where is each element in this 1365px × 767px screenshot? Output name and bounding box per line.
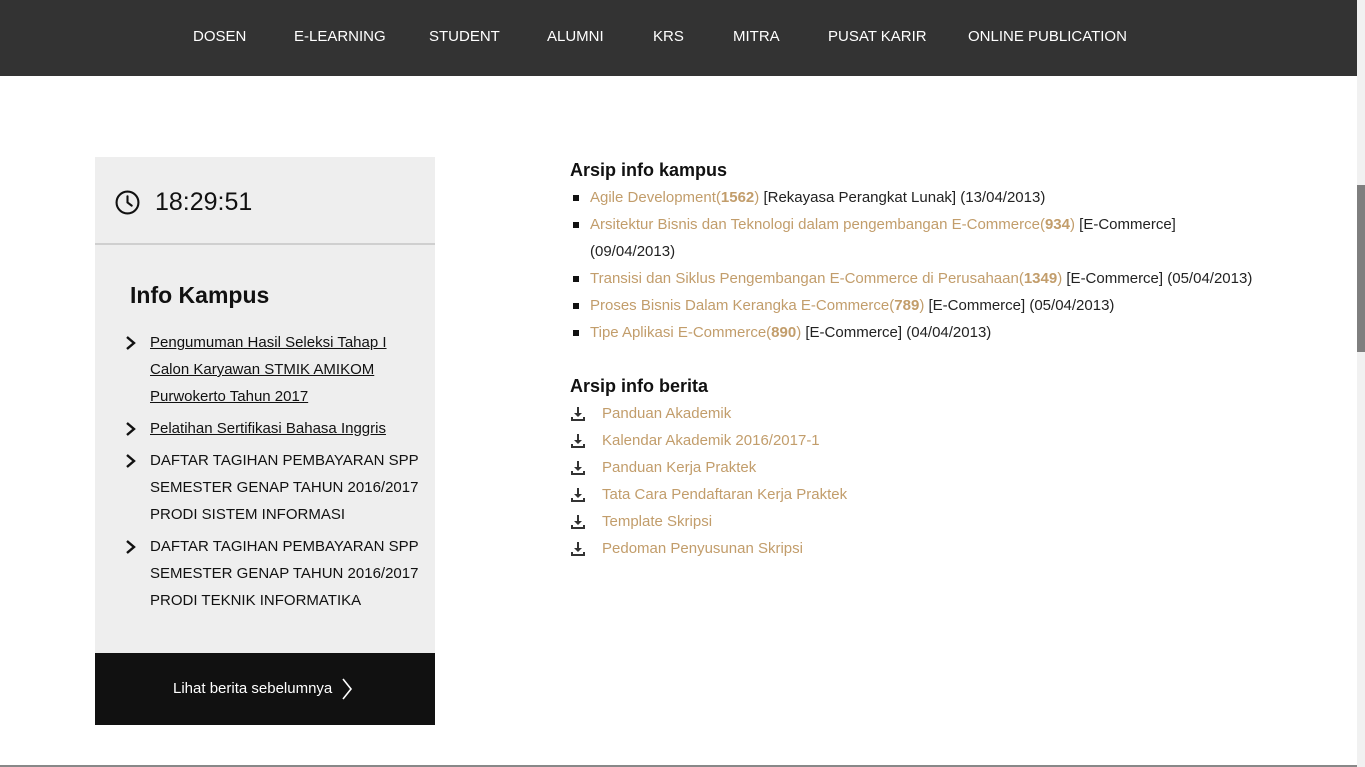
news-link[interactable]: Pengumuman Hasil Seleksi Tahap I Calon K… (150, 334, 387, 405)
view-count: 1562 (720, 189, 755, 206)
date: (05/04/2013) (1029, 297, 1115, 314)
nav-link-alumni[interactable]: ALUMNI (547, 27, 604, 47)
bullet-icon (573, 330, 579, 336)
category: [E-Commerce] (1066, 270, 1164, 287)
bullet-icon (573, 222, 579, 228)
category: [E-Commerce] (928, 297, 1026, 314)
chevron-right-icon (126, 540, 136, 554)
category: [E-Commerce] (805, 324, 903, 341)
download-link[interactable]: Pedoman Penyusunan Skripsi (602, 540, 803, 557)
clock-icon (115, 190, 140, 215)
download-link[interactable]: Panduan Kerja Praktek (602, 459, 756, 476)
scrollbar-thumb[interactable] (1357, 185, 1365, 352)
arsip-kampus-list: Agile Development(1562) [Rekayasa Perang… (570, 184, 1260, 346)
chevron-right-icon (342, 678, 353, 700)
nav-link-student[interactable]: STUDENT (429, 27, 500, 47)
bullet-icon (573, 303, 579, 309)
list-item: Pengumuman Hasil Seleksi Tahap I Calon K… (125, 329, 425, 410)
archive-link[interactable]: Transisi dan Siklus Pengembangan E-Comme… (590, 270, 1062, 287)
list-item: Panduan Akademik (570, 400, 847, 427)
archive-link[interactable]: Proses Bisnis Dalam Kerangka E-Commerce(… (590, 297, 924, 314)
list-item: Panduan Kerja Praktek (570, 454, 847, 481)
list-item: Transisi dan Siklus Pengembangan E-Comme… (570, 265, 1260, 292)
list-item: DAFTAR TAGIHAN PEMBAYARAN SPP SEMESTER G… (125, 447, 425, 528)
bullet-icon (573, 195, 579, 201)
list-item: Pedoman Penyusunan Skripsi (570, 535, 847, 562)
list-item: Kalendar Akademik 2016/2017-1 (570, 427, 847, 454)
info-kampus-list: Pengumuman Hasil Seleksi Tahap I Calon K… (125, 329, 425, 619)
view-count: 789 (894, 297, 920, 314)
download-icon (571, 515, 585, 529)
view-count: 934 (1044, 216, 1070, 233)
arsip-berita-heading: Arsip info berita (570, 376, 709, 396)
list-item: Pelatihan Sertifikasi Bahasa Inggris (125, 415, 425, 442)
clock-time: 18:29:51 (155, 188, 253, 216)
download-link[interactable]: Panduan Akademik (602, 405, 731, 422)
top-navigation: DOSEN E-LEARNING STUDENT ALUMNI KRS MITR… (0, 0, 1357, 76)
nav-link-pusat-karir[interactable]: PUSAT KARIR (828, 27, 927, 47)
download-link[interactable]: Tata Cara Pendaftaran Kerja Praktek (602, 486, 847, 503)
nav-link-elearning[interactable]: E-LEARNING (294, 27, 386, 47)
list-item: Agile Development(1562) [Rekayasa Perang… (570, 184, 1260, 211)
list-item: Tata Cara Pendaftaran Kerja Praktek (570, 481, 847, 508)
archive-link[interactable]: Agile Development(1562) (590, 189, 759, 206)
nav-link-online-publication[interactable]: ONLINE PUBLICATION (968, 27, 1127, 47)
nav-link-dosen[interactable]: DOSEN (193, 27, 246, 47)
previous-news-label: Lihat berita sebelumnya (173, 680, 333, 697)
date: (13/04/2013) (960, 189, 1046, 206)
date: (04/04/2013) (906, 324, 992, 341)
archive-link[interactable]: Arsitektur Bisnis dan Teknologi dalam pe… (590, 216, 1075, 233)
download-icon (571, 407, 585, 421)
sidebar-panel: 18:29:51 Info Kampus Pengumuman Hasil Se… (95, 157, 435, 653)
list-item: Arsitektur Bisnis dan Teknologi dalam pe… (570, 211, 1260, 265)
bullet-icon (573, 276, 579, 282)
download-link[interactable]: Template Skripsi (602, 513, 712, 530)
scrollbar-track[interactable] (1357, 0, 1365, 767)
nav-link-krs[interactable]: KRS (653, 27, 684, 47)
category: [Rekayasa Perangkat Lunak] (763, 189, 957, 206)
arsip-kampus-heading: Arsip info kampus (570, 160, 728, 180)
list-item: DAFTAR TAGIHAN PEMBAYARAN SPP SEMESTER G… (125, 533, 425, 614)
nav-link-mitra[interactable]: MITRA (733, 27, 780, 47)
chevron-right-icon (126, 336, 136, 350)
archive-link[interactable]: Tipe Aplikasi E-Commerce(890) (590, 324, 801, 341)
list-item: Proses Bisnis Dalam Kerangka E-Commerce(… (570, 292, 1260, 319)
download-icon (571, 434, 585, 448)
chevron-right-icon (126, 422, 136, 436)
download-icon (571, 488, 585, 502)
news-text: DAFTAR TAGIHAN PEMBAYARAN SPP SEMESTER G… (150, 538, 419, 609)
view-count: 890 (771, 324, 797, 341)
download-icon (571, 542, 585, 556)
arsip-berita-list: Panduan Akademik Kalendar Akademik 2016/… (570, 400, 847, 562)
date: (05/04/2013) (1167, 270, 1253, 287)
info-kampus-heading: Info Kampus (130, 282, 270, 308)
date: (09/04/2013) (590, 243, 676, 260)
list-item: Template Skripsi (570, 508, 847, 535)
view-count: 1349 (1023, 270, 1058, 287)
news-text: DAFTAR TAGIHAN PEMBAYARAN SPP SEMESTER G… (150, 452, 419, 523)
news-link[interactable]: Pelatihan Sertifikasi Bahasa Inggris (150, 420, 386, 437)
clock-widget: 18:29:51 (95, 157, 435, 245)
list-item: Tipe Aplikasi E-Commerce(890) [E-Commerc… (570, 319, 1260, 346)
download-link[interactable]: Kalendar Akademik 2016/2017-1 (602, 432, 820, 449)
previous-news-button[interactable]: Lihat berita sebelumnya (95, 653, 435, 725)
category: [E-Commerce] (1079, 216, 1176, 233)
download-icon (571, 461, 585, 475)
chevron-right-icon (126, 454, 136, 468)
